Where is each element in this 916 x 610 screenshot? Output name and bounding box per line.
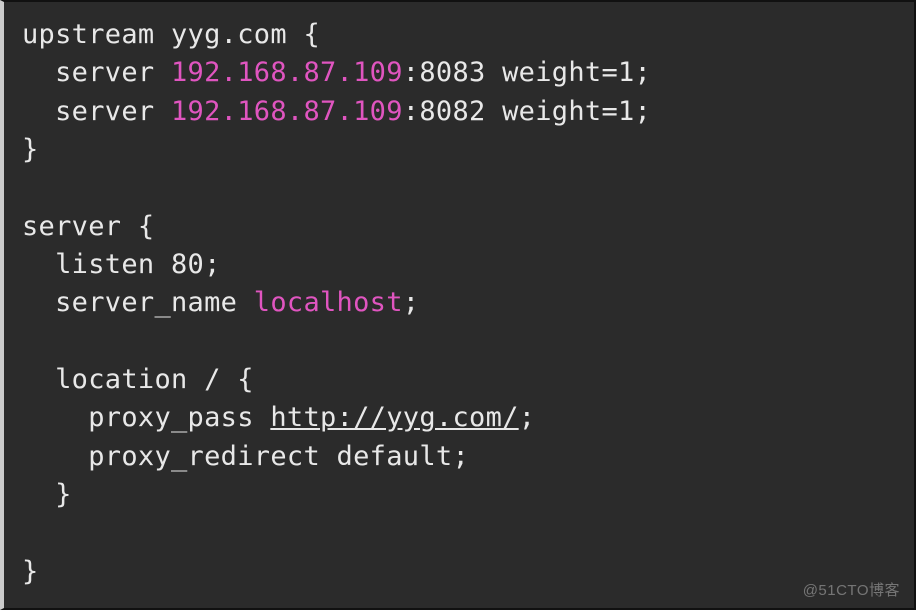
ip-literal: 192.168.87.109: [171, 57, 403, 88]
nginx-config-code: upstream yyg.com { server 192.168.87.109…: [22, 16, 896, 591]
code-token: proxy_pass: [22, 402, 270, 433]
url-literal: http://yyg.com/: [270, 402, 518, 433]
code-token: }: [22, 556, 39, 587]
code-editor-pane: upstream yyg.com { server 192.168.87.109…: [0, 0, 916, 610]
hostname-literal: localhost: [254, 287, 403, 318]
code-token: server_name: [22, 287, 254, 318]
code-token: ;: [519, 402, 536, 433]
code-token: :8082 weight=1;: [403, 96, 651, 127]
watermark-text: @51CTO博客: [803, 579, 900, 600]
code-token: server: [22, 57, 171, 88]
code-token: proxy_redirect default;: [22, 441, 469, 472]
code-token: upstream yyg.com {: [22, 19, 320, 50]
code-token: :8083 weight=1;: [403, 57, 651, 88]
code-token: location / {: [22, 364, 254, 395]
code-token: }: [22, 134, 39, 165]
code-token: ;: [403, 287, 420, 318]
ip-literal: 192.168.87.109: [171, 96, 403, 127]
code-token: server: [22, 96, 171, 127]
code-token: listen 80;: [22, 249, 221, 280]
code-token: server {: [22, 211, 154, 242]
code-token: }: [22, 479, 72, 510]
